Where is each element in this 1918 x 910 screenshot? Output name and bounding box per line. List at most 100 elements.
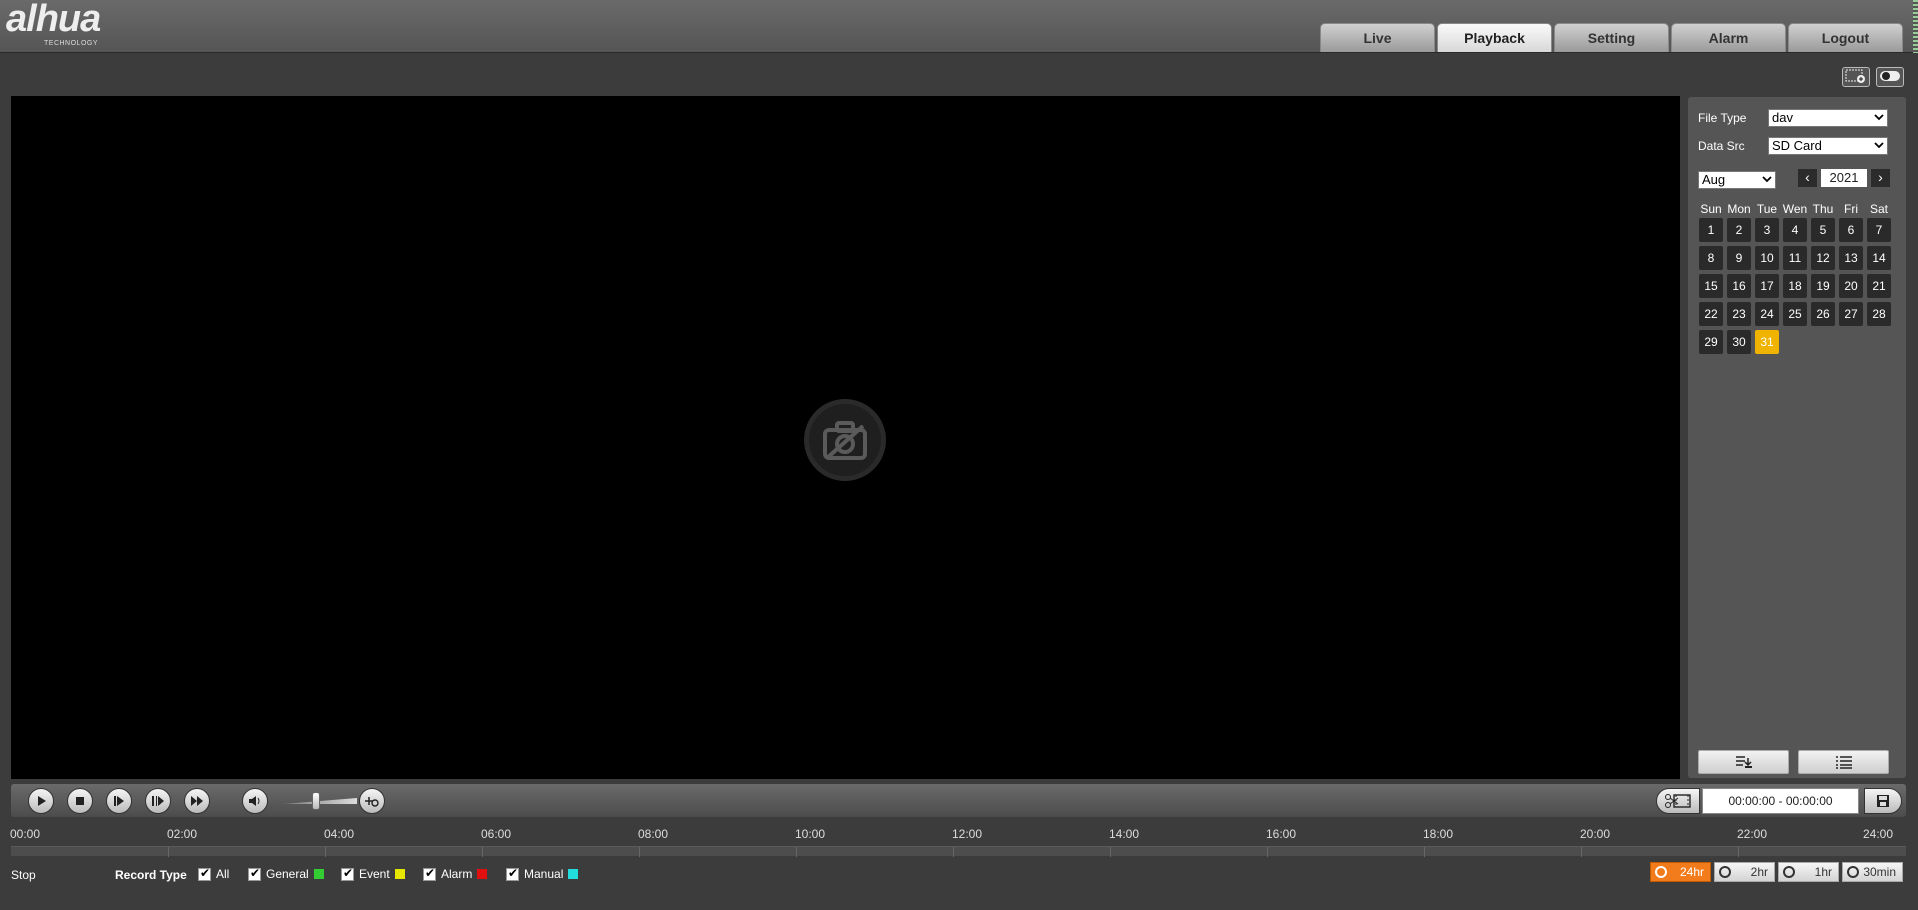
calendar-day[interactable]: 7 — [1867, 218, 1891, 242]
slow-play-button[interactable] — [145, 788, 171, 814]
fast-play-button[interactable] — [184, 788, 210, 814]
file-list-button[interactable] — [1798, 750, 1889, 774]
slow-icon — [152, 796, 164, 806]
zoom-24hr-label: 24hr — [1679, 865, 1704, 879]
checkbox-checked-icon — [198, 866, 211, 881]
calendar-day[interactable]: 17 — [1755, 274, 1779, 298]
calendar-day[interactable]: 12 — [1811, 246, 1835, 270]
calendar-day[interactable]: 6 — [1839, 218, 1863, 242]
zoom-30min-button[interactable]: 30min — [1842, 862, 1903, 882]
calendar-day[interactable]: 26 — [1811, 302, 1835, 326]
calendar-day[interactable]: 10 — [1755, 246, 1779, 270]
tab-playback[interactable]: Playback — [1437, 23, 1552, 52]
tab-logout[interactable]: Logout — [1788, 23, 1903, 52]
calendar-day[interactable]: 21 — [1867, 274, 1891, 298]
prev-year-button[interactable]: ‹ — [1798, 169, 1817, 187]
chevron-down-icon — [1874, 142, 1884, 149]
timeline-hour-label: 02:00 — [167, 827, 198, 841]
timeline-tick — [1267, 847, 1268, 857]
timeline-tick — [325, 847, 326, 857]
timeline-hour-label: 04:00 — [324, 827, 355, 841]
calendar-day[interactable]: 16 — [1727, 274, 1751, 298]
record-type-alarm-checkbox[interactable]: Alarm — [423, 866, 488, 881]
checkbox-checked-icon — [423, 866, 436, 881]
volume-slider-handle[interactable] — [312, 792, 320, 810]
timeline-hour-label: 08:00 — [638, 827, 669, 841]
timeline-tick — [953, 847, 954, 857]
data-src-select[interactable]: SD Card — [1768, 137, 1888, 155]
chevron-down-icon — [1874, 114, 1884, 121]
next-year-button[interactable]: › — [1871, 169, 1890, 187]
record-type-general-checkbox[interactable]: General — [248, 866, 324, 881]
timeline-hour-label: 00:00 — [10, 827, 41, 841]
timeline-tick — [1424, 847, 1425, 857]
timeline-track[interactable] — [11, 846, 1906, 857]
calendar-day[interactable]: 30 — [1727, 330, 1751, 354]
save-clip-button[interactable] — [1864, 788, 1902, 814]
record-type-event-checkbox[interactable]: Event — [341, 866, 405, 881]
timeline-tick — [168, 847, 169, 857]
zoom-24hr-button[interactable]: 24hr — [1650, 862, 1711, 882]
download-by-file-button[interactable] — [1698, 750, 1789, 774]
next-frame-button[interactable] — [106, 788, 132, 814]
record-type-manual-checkbox[interactable]: Manual — [506, 866, 579, 881]
speaker-icon — [249, 796, 260, 806]
tab-alarm[interactable]: Alarm — [1671, 23, 1786, 52]
calendar-day[interactable]: 5 — [1811, 218, 1835, 242]
calendar-day[interactable]: 25 — [1783, 302, 1807, 326]
calendar-day[interactable]: 22 — [1699, 302, 1723, 326]
volume-button[interactable] — [242, 788, 268, 814]
calendar-day[interactable]: 18 — [1783, 274, 1807, 298]
play-icon — [38, 796, 46, 806]
calendar-day[interactable]: 31 — [1755, 330, 1779, 354]
calendar-day[interactable]: 19 — [1811, 274, 1835, 298]
calendar-day[interactable]: 28 — [1867, 302, 1891, 326]
zoom-1hr-button[interactable]: 1hr — [1778, 862, 1839, 882]
volume-slider-track[interactable] — [283, 798, 357, 804]
clock-icon — [1847, 866, 1859, 878]
calendar-day[interactable]: 15 — [1699, 274, 1723, 298]
clip-button[interactable] — [1656, 788, 1700, 814]
digital-zoom-button[interactable] — [359, 788, 385, 814]
timeline-hour-label: 22:00 — [1737, 827, 1768, 841]
play-button[interactable] — [28, 788, 54, 814]
calendar-day[interactable]: 3 — [1755, 218, 1779, 242]
calendar-day[interactable]: 27 — [1839, 302, 1863, 326]
edge-indicator — [1913, 0, 1918, 53]
weekday-label: Thu — [1812, 202, 1834, 216]
timeline-hour-label: 14:00 — [1109, 827, 1140, 841]
checkbox-checked-icon — [506, 866, 519, 881]
calendar-day[interactable]: 14 — [1867, 246, 1891, 270]
timeline-tick — [796, 847, 797, 857]
calendar-day[interactable]: 29 — [1699, 330, 1723, 354]
calendar-day[interactable]: 1 — [1699, 218, 1723, 242]
zoom-2hr-button[interactable]: 2hr — [1714, 862, 1775, 882]
calendar-day[interactable]: 13 — [1839, 246, 1863, 270]
calendar-day[interactable]: 4 — [1783, 218, 1807, 242]
timeline-hour-label: 18:00 — [1423, 827, 1454, 841]
stop-button[interactable] — [67, 788, 93, 814]
list-icon — [1835, 756, 1852, 769]
calendar-day[interactable]: 8 — [1699, 246, 1723, 270]
record-type-all-label: All — [216, 867, 230, 881]
fullscreen-toggle-icon[interactable] — [1876, 67, 1904, 87]
checkbox-checked-icon — [341, 866, 354, 881]
fast-forward-icon — [191, 796, 203, 806]
month-select[interactable]: Aug — [1698, 171, 1776, 189]
calendar-day[interactable]: 20 — [1839, 274, 1863, 298]
scissors-film-icon — [1665, 794, 1691, 808]
year-value[interactable]: 2021 — [1821, 169, 1867, 187]
calendar-day[interactable]: 9 — [1727, 246, 1751, 270]
calendar-day[interactable]: 11 — [1783, 246, 1807, 270]
tab-setting[interactable]: Setting — [1554, 23, 1669, 52]
video-player[interactable] — [11, 96, 1680, 779]
tab-live[interactable]: Live — [1320, 23, 1435, 52]
clip-time-range[interactable]: 00:00:00 - 00:00:00 — [1702, 788, 1859, 814]
calendar-day[interactable]: 23 — [1727, 302, 1751, 326]
clock-icon — [1719, 866, 1731, 878]
add-window-icon[interactable] — [1842, 67, 1870, 87]
calendar-day[interactable]: 2 — [1727, 218, 1751, 242]
file-type-select[interactable]: dav — [1768, 109, 1888, 127]
calendar-day[interactable]: 24 — [1755, 302, 1779, 326]
record-type-all-checkbox[interactable]: All — [198, 866, 230, 881]
